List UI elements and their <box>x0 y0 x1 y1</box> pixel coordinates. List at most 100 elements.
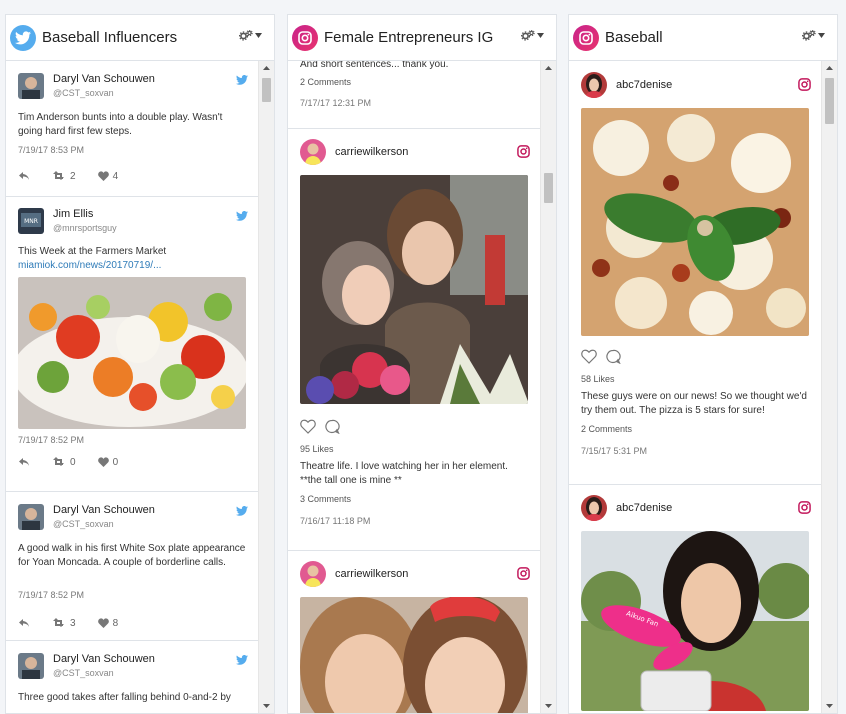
like-count: 8 <box>112 617 119 629</box>
tweet-card[interactable]: MNR Jim Ellis @mnrsportsguy This Week at… <box>6 197 258 492</box>
avatar[interactable] <box>581 495 607 521</box>
instagram-icon <box>798 78 811 91</box>
scroll-down-arrow-icon[interactable] <box>822 699 837 713</box>
author-name[interactable]: Daryl Van Schouwen <box>53 652 155 666</box>
tweet-card[interactable]: Daryl Van Schouwen @CST_soxvan A good wa… <box>6 492 258 641</box>
column-baseball-influencers: Baseball Influencers Daryl Van Schouwen … <box>5 14 275 714</box>
scroll-down-arrow-icon[interactable] <box>541 699 556 713</box>
heart-outline-icon[interactable] <box>581 349 597 364</box>
comments-count[interactable]: 3 Comments <box>288 494 540 516</box>
avatar[interactable] <box>300 561 326 587</box>
column-scrollbar[interactable] <box>821 61 837 713</box>
column-title: Baseball <box>605 29 663 46</box>
comments-count[interactable]: 2 Comments <box>288 76 540 98</box>
instagram-icon <box>292 24 318 51</box>
column-baseball: Baseball abc7denise 58 Likes These guys … <box>568 14 838 714</box>
avatar[interactable] <box>581 71 607 98</box>
caret-down-icon <box>818 33 825 38</box>
instagram-post[interactable]: And short sentences... thank you. 2 Comm… <box>288 61 540 129</box>
reply-icon <box>19 458 29 466</box>
like-count: 0 <box>112 456 119 468</box>
column-settings-button[interactable] <box>802 30 825 41</box>
post-timestamp[interactable]: 7/15/17 5:31 PM <box>569 446 821 456</box>
column-title: Baseball Influencers <box>42 29 178 46</box>
comment-icon[interactable] <box>324 419 340 434</box>
author-handle[interactable]: @mnrsportsguy <box>53 221 117 235</box>
tweet-timestamp[interactable]: 7/19/17 8:52 PM <box>6 429 258 451</box>
caret-down-icon <box>537 33 544 38</box>
author-name[interactable]: carriewilkerson <box>335 567 408 581</box>
retweet-button[interactable]: 0 <box>52 457 76 468</box>
instagram-post[interactable]: abc7denise 58 Likes These guys were on o… <box>569 61 821 485</box>
gears-icon <box>521 30 535 41</box>
retweet-button[interactable]: 3 <box>52 618 76 629</box>
like-button[interactable]: 0 <box>97 456 119 468</box>
scrollbar-thumb[interactable] <box>262 78 271 102</box>
post-photo-pizza[interactable] <box>581 108 809 336</box>
retweet-button[interactable]: 2 <box>52 171 76 182</box>
author-handle[interactable]: @CST_soxvan <box>53 666 155 680</box>
reply-button[interactable] <box>18 171 30 181</box>
scroll-up-arrow-icon[interactable] <box>822 61 837 75</box>
tweet-link[interactable]: miamiok.com/news/20170719/... <box>18 260 161 271</box>
tweet-card[interactable]: Daryl Van Schouwen @CST_soxvan Tim Ander… <box>6 61 258 197</box>
reply-button[interactable] <box>18 457 30 467</box>
tweet-timestamp[interactable]: 7/19/17 8:53 PM <box>6 145 258 165</box>
instagram-post[interactable]: carriewilkerson <box>288 129 540 551</box>
scrollbar-thumb[interactable] <box>825 78 834 124</box>
scroll-down-arrow-icon[interactable] <box>259 699 274 713</box>
column-settings-button[interactable] <box>521 30 544 41</box>
reply-button[interactable] <box>18 618 30 628</box>
author-name[interactable]: abc7denise <box>616 78 672 92</box>
likes-count[interactable]: 95 Likes <box>288 438 540 460</box>
retweet-icon <box>53 457 64 466</box>
like-button[interactable]: 4 <box>97 171 118 182</box>
column-feed: Daryl Van Schouwen @CST_soxvan Tim Ander… <box>6 61 258 713</box>
like-button[interactable]: 8 <box>97 617 119 629</box>
post-photo-fan[interactable]: Aikuo Fan <box>581 531 809 711</box>
instagram-icon <box>517 567 530 580</box>
comments-count[interactable]: 2 Comments <box>569 424 821 446</box>
avatar[interactable] <box>18 73 44 99</box>
tweet-card[interactable]: Daryl Van Schouwen @CST_soxvan Three goo… <box>6 641 258 705</box>
likes-count[interactable]: 58 Likes <box>569 368 821 390</box>
post-timestamp[interactable]: 7/17/17 12:31 PM <box>288 98 540 108</box>
column-settings-button[interactable] <box>239 30 262 41</box>
column-title: Female Entrepreneurs IG <box>324 29 494 46</box>
heart-outline-icon[interactable] <box>300 419 316 434</box>
author-name[interactable]: abc7denise <box>616 501 672 515</box>
scrollbar-thumb[interactable] <box>544 173 553 203</box>
comment-icon[interactable] <box>605 349 621 364</box>
tweet-timestamp[interactable]: 7/19/17 8:52 PM <box>6 590 258 612</box>
avatar[interactable]: MNR <box>18 208 44 234</box>
caret-down-icon <box>255 33 262 38</box>
post-photo-selfie[interactable] <box>300 597 528 713</box>
post-timestamp[interactable]: 7/16/17 11:18 PM <box>288 516 540 526</box>
instagram-post[interactable]: carriewilkerson <box>288 551 540 713</box>
author-name[interactable]: Daryl Van Schouwen <box>53 72 155 86</box>
instagram-post[interactable]: abc7denise Aikuo Fan <box>569 485 821 711</box>
column-header: Female Entrepreneurs IG <box>288 15 556 61</box>
tweet-media-salad[interactable] <box>18 277 246 429</box>
post-caption: These guys were on our news! So we thoug… <box>581 391 807 416</box>
avatar[interactable] <box>18 504 44 530</box>
avatar[interactable] <box>18 653 44 679</box>
author-handle[interactable]: @CST_soxvan <box>53 86 155 100</box>
twitter-icon <box>236 506 248 516</box>
author-name[interactable]: Daryl Van Schouwen <box>53 503 155 517</box>
twitter-icon <box>10 24 36 51</box>
retweet-icon <box>53 618 64 627</box>
scroll-up-arrow-icon[interactable] <box>259 61 274 75</box>
avatar[interactable] <box>300 139 326 165</box>
author-handle[interactable]: @CST_soxvan <box>53 517 155 531</box>
reply-icon <box>19 172 29 180</box>
post-photo-theatre[interactable] <box>300 175 528 404</box>
author-name[interactable]: carriewilkerson <box>335 145 408 159</box>
column-scrollbar[interactable] <box>258 61 274 713</box>
author-name[interactable]: Jim Ellis <box>53 207 117 221</box>
column-scrollbar[interactable] <box>540 61 556 713</box>
scroll-up-arrow-icon[interactable] <box>541 61 556 75</box>
column-header: Baseball <box>569 15 837 61</box>
heart-icon <box>97 618 109 628</box>
gears-icon <box>239 30 253 41</box>
